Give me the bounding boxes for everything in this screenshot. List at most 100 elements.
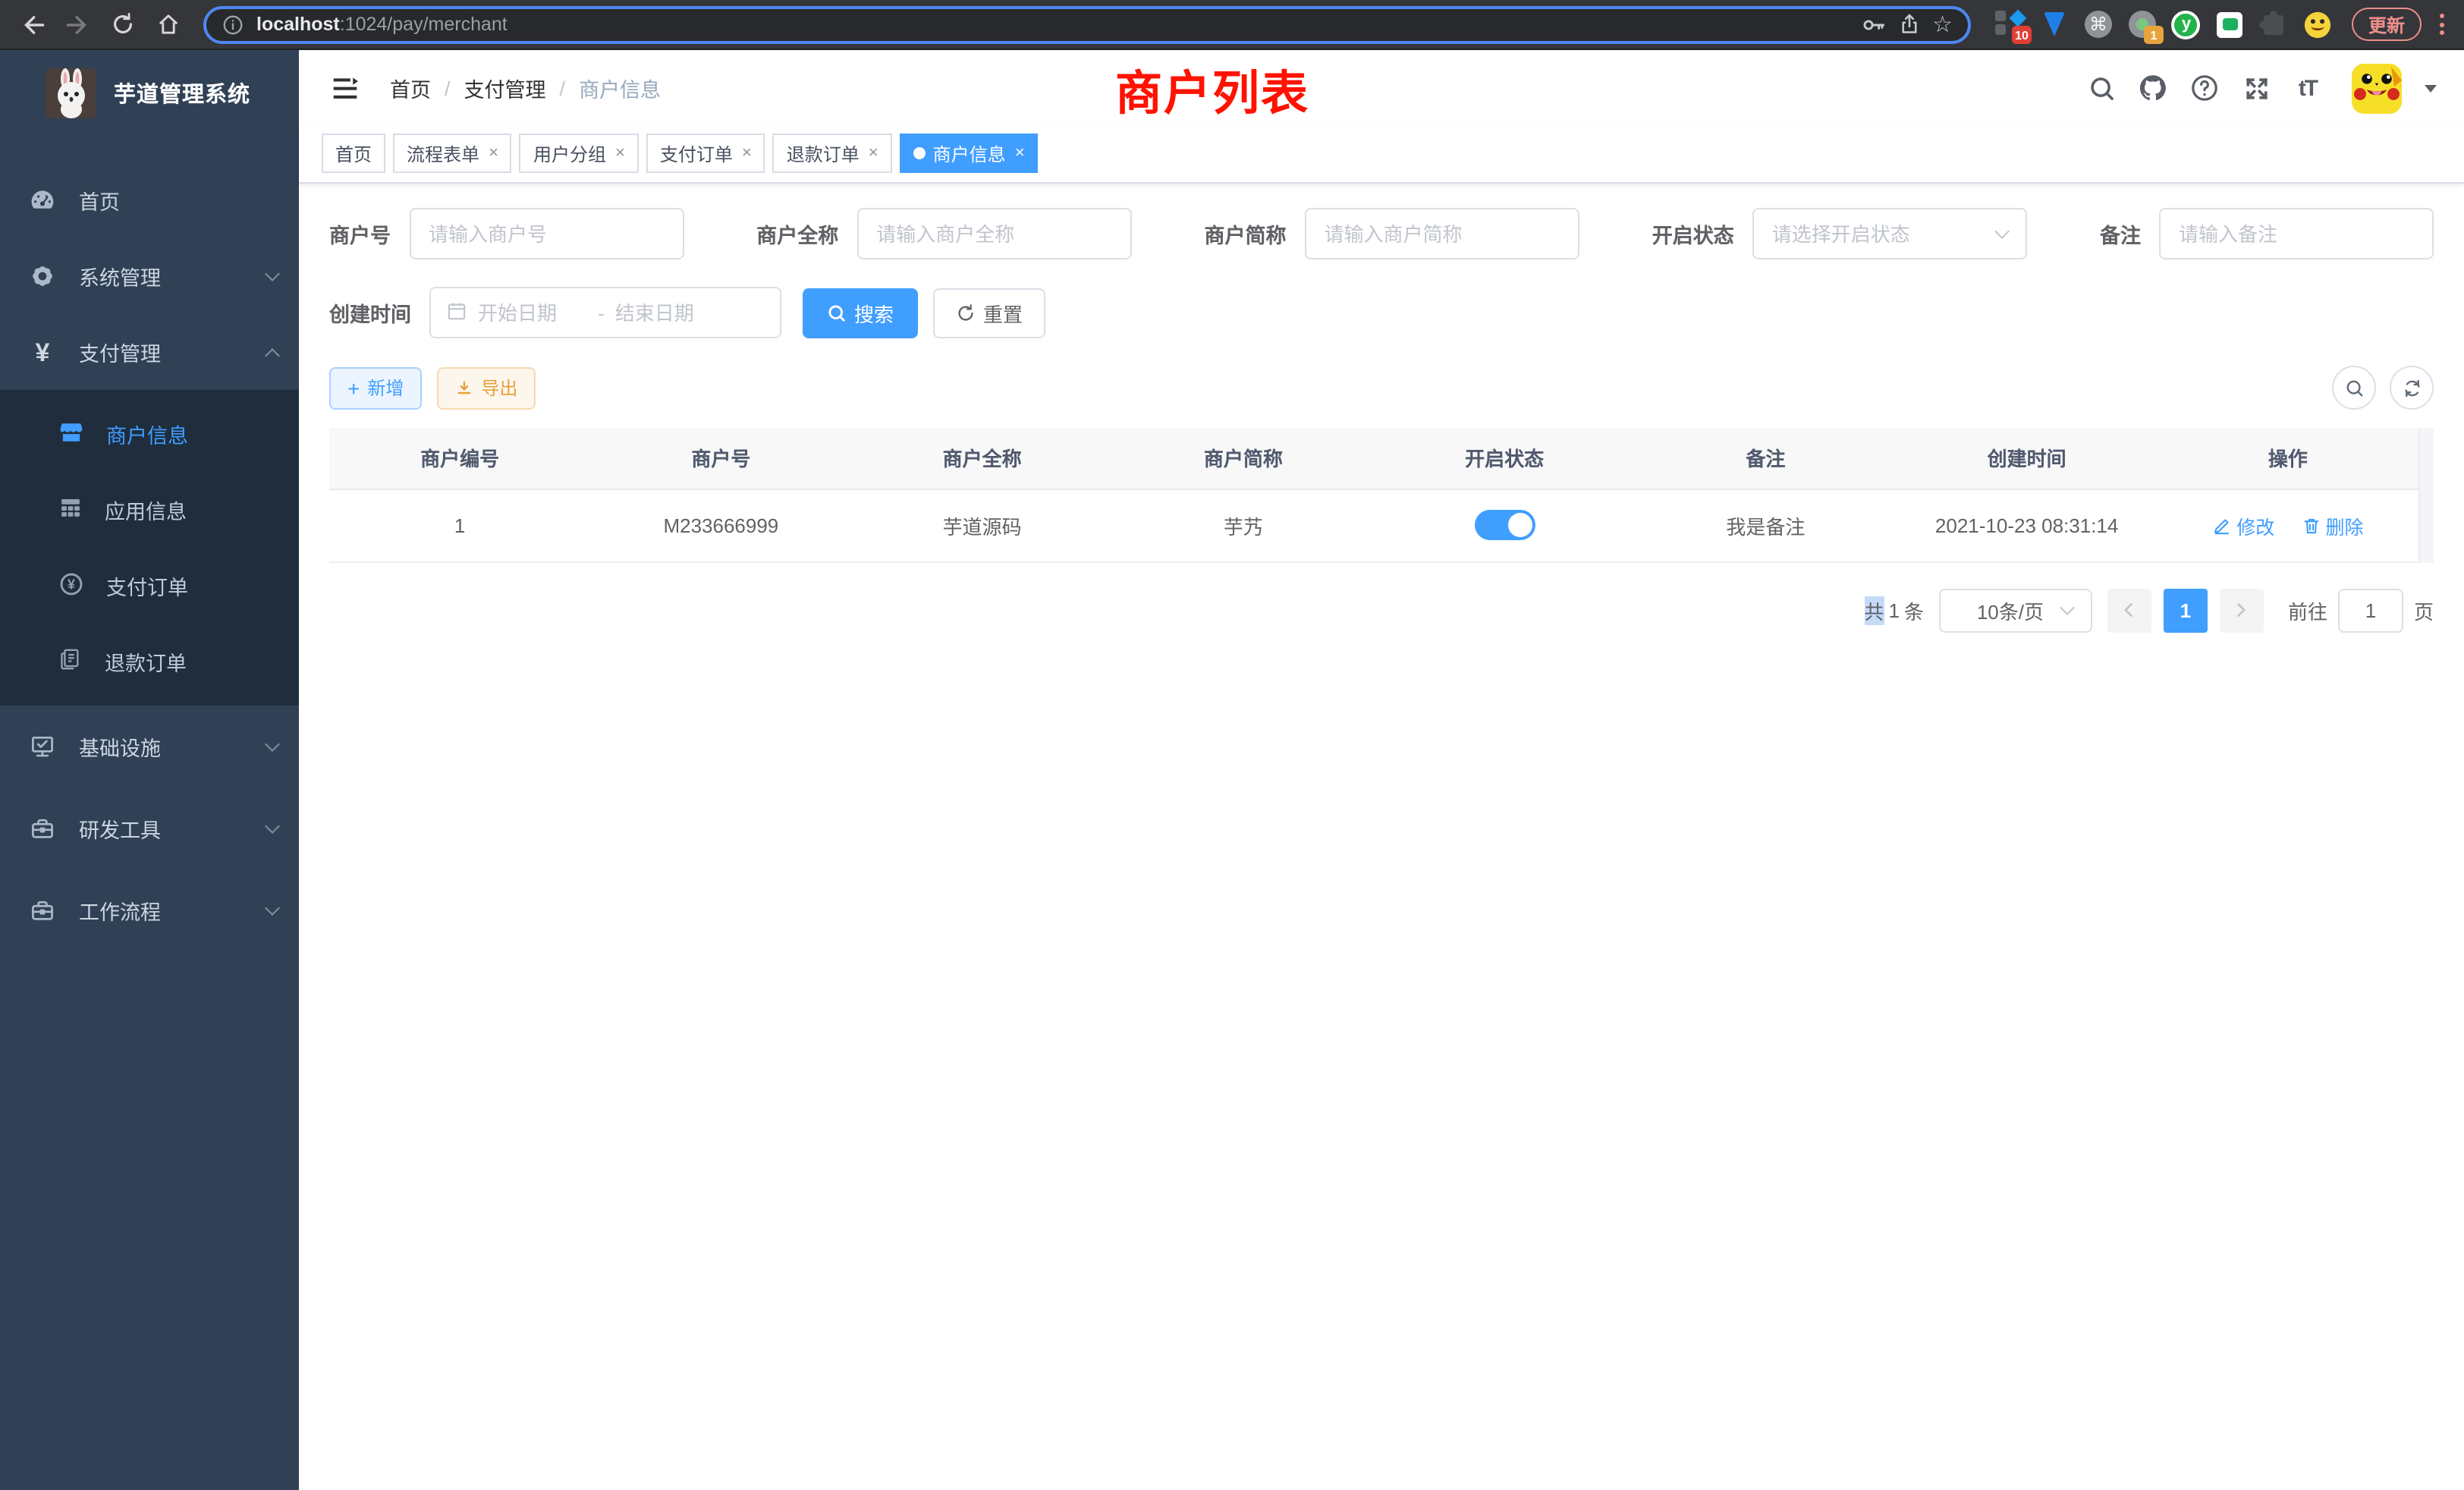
merchant-fullname-input[interactable] — [856, 208, 1131, 259]
forward-icon[interactable] — [58, 5, 97, 44]
merchant-shortname-input[interactable] — [1305, 208, 1579, 259]
sidebar-item-infrastructure[interactable]: 基础设施 — [0, 706, 299, 787]
page-size-select[interactable] — [1939, 588, 2092, 632]
sidebar-item-refund-order[interactable]: 退款订单 — [0, 624, 299, 699]
sidebar-item-pay-order[interactable]: ¥ 支付订单 — [0, 548, 299, 624]
cell-short-name: 芋艿 — [1113, 489, 1374, 561]
total-count: 共 1 条 — [1864, 596, 1924, 624]
close-icon[interactable]: × — [1015, 144, 1025, 162]
fullscreen-icon[interactable] — [2236, 68, 2276, 108]
password-key-icon[interactable] — [1859, 11, 1885, 37]
chevron-down-icon — [265, 737, 280, 752]
table-header-row: 商户编号 商户号 商户全称 商户简称 开启状态 备注 创建时间 操作 — [329, 428, 2418, 489]
breadcrumb-item[interactable]: 首页 — [390, 73, 431, 103]
bookmark-star-icon[interactable]: ☆ — [1932, 13, 1953, 36]
sidebar-item-payment[interactable]: ¥ 支付管理 — [0, 314, 299, 390]
close-icon[interactable]: × — [615, 144, 625, 162]
extension-y-icon[interactable]: y — [2171, 9, 2202, 39]
extension-chat-icon[interactable] — [2215, 9, 2246, 39]
sidebar-item-label: 退款订单 — [105, 646, 187, 677]
extension-command-icon[interactable]: ⌘ — [2083, 9, 2114, 39]
goto-page-input[interactable] — [2338, 588, 2403, 632]
close-icon[interactable]: × — [742, 144, 752, 162]
sidebar-item-home[interactable]: 首页 — [0, 162, 299, 238]
sidebar-item-merchant-info[interactable]: 商户信息 — [0, 396, 299, 472]
avatar-caret-icon[interactable] — [2425, 84, 2437, 92]
breadcrumb-item[interactable]: 支付管理 — [464, 73, 546, 103]
status-toggle[interactable] — [1474, 510, 1535, 540]
sidebar-collapse-icon[interactable] — [323, 67, 366, 109]
font-size-icon[interactable]: tT — [2288, 68, 2327, 108]
extension-grid-icon[interactable]: 10 — [1995, 9, 2026, 39]
address-bar[interactable]: localhost:1024/pay/merchant ☆ — [203, 5, 1971, 43]
chrome-update-button[interactable]: 更新 — [2352, 8, 2422, 41]
reload-icon[interactable] — [103, 5, 143, 44]
url-text[interactable]: localhost:1024/pay/merchant — [256, 14, 1847, 35]
end-date-input[interactable] — [615, 301, 724, 324]
home-icon[interactable] — [149, 5, 188, 44]
breadcrumb: 首页 / 支付管理 / 商户信息 — [390, 73, 661, 103]
sidebar-item-label: 系统管理 — [79, 261, 246, 291]
share-icon[interactable] — [1897, 12, 1920, 36]
tab-pay-order[interactable]: 支付订单× — [646, 134, 765, 173]
extension-badge: 1 — [2144, 26, 2164, 44]
col-status: 开启状态 — [1374, 428, 1635, 489]
back-icon[interactable] — [12, 5, 52, 44]
extension-puzzle-icon[interactable] — [2259, 9, 2290, 39]
remark-input[interactable] — [2159, 208, 2434, 259]
sidebar-item-workflow[interactable]: 工作流程 — [0, 869, 299, 951]
extension-emoji-icon[interactable] — [2303, 9, 2334, 39]
tab-merchant-info[interactable]: 商户信息× — [900, 134, 1039, 173]
edit-link[interactable]: 修改 — [2212, 511, 2274, 539]
sidebar-item-dev-tools[interactable]: 研发工具 — [0, 787, 299, 869]
sidebar-item-label: 应用信息 — [105, 495, 187, 525]
col-short-name: 商户简称 — [1113, 428, 1374, 489]
extension-gem-icon[interactable] — [2039, 9, 2070, 39]
merchant-no-input[interactable] — [409, 208, 684, 259]
close-icon[interactable]: × — [869, 144, 878, 162]
top-navbar: 首页 / 支付管理 / 商户信息 t — [299, 50, 2464, 126]
search-button[interactable]: 搜索 — [803, 288, 918, 338]
refresh-button[interactable] — [2390, 366, 2434, 410]
merchant-no-input-field[interactable] — [429, 222, 664, 245]
app-logo[interactable]: 芋道管理系统 — [0, 50, 299, 135]
page-number-button[interactable]: 1 — [2164, 588, 2208, 632]
create-time-range-picker[interactable]: - — [429, 287, 781, 338]
pagination: 共 1 条 1 — [329, 588, 2434, 632]
search-icon[interactable] — [2082, 68, 2121, 108]
merchant-table: 商户编号 商户号 商户全称 商户简称 开启状态 备注 创建时间 操作 — [329, 428, 2434, 562]
sidebar-item-app-info[interactable]: 应用信息 — [0, 472, 299, 548]
next-page-button[interactable] — [2220, 588, 2264, 632]
chevron-down-icon — [2060, 599, 2075, 615]
prev-page-button[interactable] — [2107, 588, 2151, 632]
tab-user-group[interactable]: 用户分组× — [520, 134, 639, 173]
toggle-search-button[interactable] — [2332, 366, 2376, 410]
sidebar-item-system[interactable]: 系统管理 — [0, 238, 299, 314]
reset-button[interactable]: 重置 — [933, 288, 1045, 338]
site-info-icon[interactable] — [222, 13, 244, 36]
table-row: 1 M233666999 芋道源码 芋艿 我是备注 2021-10-23 08:… — [329, 489, 2418, 561]
chevron-down-icon — [1994, 223, 2010, 238]
add-button[interactable]: + 新增 — [329, 366, 422, 409]
cell-create-time: 2021-10-23 08:31:14 — [1897, 489, 2158, 561]
app-title: 芋道管理系统 — [114, 77, 250, 108]
browser-toolbar: localhost:1024/pay/merchant ☆ 10 ⌘ 1 y — [0, 0, 2464, 50]
extensions-row: 10 ⌘ 1 y — [1986, 9, 2343, 39]
delete-link[interactable]: 删除 — [2302, 511, 2364, 539]
sidebar: 芋道管理系统 首页 系统管理 ¥ — [0, 50, 299, 1490]
cell-remark: 我是备注 — [1635, 489, 1896, 561]
filter-row-1: 商户号 商户全称 商户简称 — [329, 208, 2434, 259]
github-icon[interactable] — [2133, 68, 2173, 108]
tab-home[interactable]: 首页 — [322, 134, 385, 173]
tab-process-form[interactable]: 流程表单× — [393, 134, 512, 173]
browser-menu-icon[interactable] — [2431, 9, 2452, 39]
tab-refund-order[interactable]: 退款订单× — [773, 134, 892, 173]
svg-text:¥: ¥ — [68, 576, 75, 591]
export-button[interactable]: 导出 — [437, 366, 536, 409]
extension-recorder-icon[interactable]: 1 — [2127, 9, 2158, 39]
status-select[interactable] — [1752, 208, 2027, 259]
user-avatar[interactable] — [2352, 63, 2402, 113]
help-icon[interactable] — [2185, 68, 2224, 108]
start-date-input[interactable] — [478, 301, 587, 324]
close-icon[interactable]: × — [489, 144, 498, 162]
